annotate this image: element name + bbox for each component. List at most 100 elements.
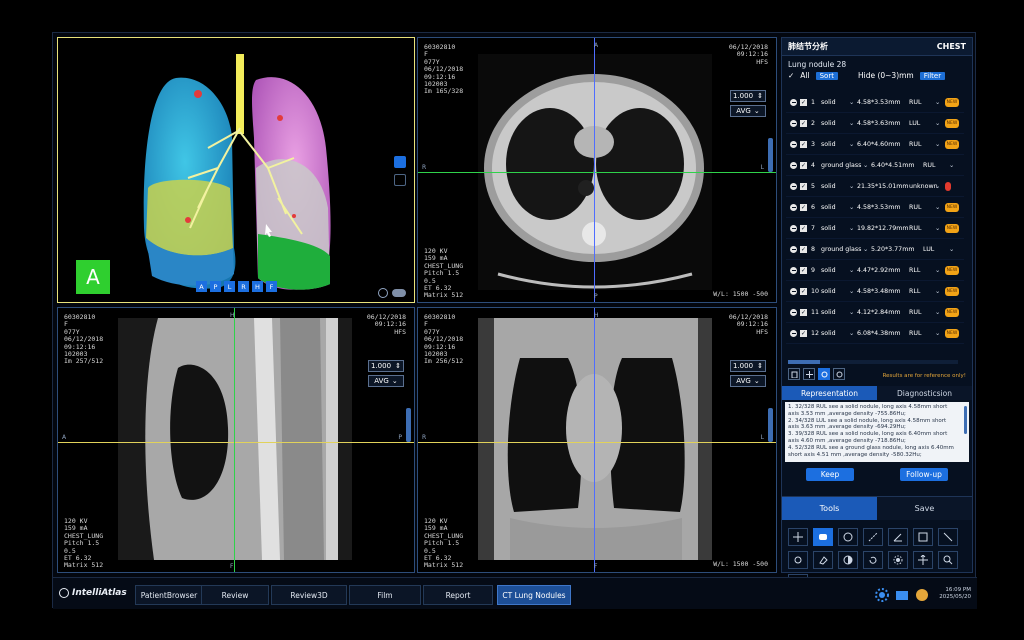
type-dropdown-icon[interactable]: ⌄ — [849, 330, 857, 337]
location-dropdown-icon[interactable]: ⌄ — [935, 204, 943, 211]
type-dropdown-icon[interactable]: ⌄ — [849, 309, 857, 316]
viewport-sagittal[interactable]: 60302810 F 077Y 06/12/2018 09:12:16 102003 Im … — [57, 307, 415, 573]
filter-button[interactable]: Filter — [919, 71, 946, 80]
nodule-row[interactable]: ✓ 1 solid ⌄ 4.58*3.53mm RUL ⌄ NEW — [786, 92, 964, 113]
nodule-row[interactable]: ✓ 11 solid ⌄ 4.12*2.84mm RUL ⌄ NEW — [786, 302, 964, 323]
horizontal-scrollbar[interactable] — [788, 360, 958, 364]
type-dropdown-icon[interactable]: ⌄ — [849, 120, 857, 127]
collapse-icon[interactable] — [790, 245, 797, 253]
tab-diagnosticsion[interactable]: Diagnosticsion — [877, 386, 972, 400]
eraser-tool-icon[interactable] — [813, 551, 833, 569]
nodule-row[interactable]: ✓ 8 ground glass ⌄ 5.20*3.77mm LUL ⌄ — [786, 239, 964, 260]
zoom-tool-icon[interactable] — [938, 551, 958, 569]
row-checkbox[interactable]: ✓ — [800, 161, 807, 169]
viewport-coronal[interactable]: 60302810 F 077Y 06/12/2018 09:12:16 102003 Im … — [417, 307, 777, 573]
render-mode-select[interactable]: AVG ⌄ — [730, 105, 766, 117]
type-dropdown-icon[interactable]: ⌄ — [849, 267, 857, 274]
locate-icon[interactable] — [818, 368, 830, 380]
location-dropdown-icon[interactable]: ⌄ — [935, 183, 943, 190]
axial-scrollbar[interactable] — [768, 138, 773, 172]
row-checkbox[interactable]: ✓ — [800, 98, 807, 106]
row-checkbox[interactable]: ✓ — [800, 266, 807, 274]
row-checkbox[interactable]: ✓ — [800, 182, 807, 190]
row-checkbox[interactable]: ✓ — [800, 245, 807, 253]
report-scrollbar[interactable] — [964, 406, 967, 434]
nodule-row[interactable]: ✓ 5 solid ⌄ 21.35*15.01mm unknown ⌄ — [786, 176, 964, 197]
nodule-row[interactable]: ✓ 10 solid ⌄ 4.58*3.48mm RLL ⌄ NEW — [786, 281, 964, 302]
lung-view-icon[interactable] — [394, 156, 406, 168]
row-checkbox[interactable]: ✓ — [800, 203, 807, 211]
nodule-row[interactable]: ✓ 12 solid ⌄ 6.08*4.38mm RUL ⌄ NEW — [786, 323, 964, 344]
tab-tools[interactable]: Tools — [782, 497, 877, 520]
annotation-tool-icon[interactable] — [813, 528, 833, 546]
render-mode-select[interactable]: AVG ⌄ — [368, 375, 404, 387]
taskbar-tab-review[interactable]: Review — [201, 585, 269, 605]
nodule-row[interactable]: ✓ 2 solid ⌄ 4.58*3.63mm LUL ⌄ NEW — [786, 113, 964, 134]
sort-button[interactable]: Sort — [815, 71, 838, 80]
crosshair-tool-icon[interactable] — [788, 528, 808, 546]
orient-button-h[interactable]: H — [252, 281, 263, 292]
circle-roi-icon[interactable] — [838, 528, 858, 546]
type-dropdown-icon[interactable]: ⌄ — [849, 288, 857, 295]
collapse-icon[interactable] — [790, 266, 797, 274]
row-checkbox[interactable]: ✓ — [800, 224, 807, 232]
zoom-stepper[interactable]: 1.000 ⇕ — [368, 360, 404, 372]
nodule-row[interactable]: ✓ 9 solid ⌄ 4.47*2.92mm RLL ⌄ NEW — [786, 260, 964, 281]
location-dropdown-icon[interactable]: ⌄ — [935, 141, 943, 148]
sagittal-scrollbar[interactable] — [406, 408, 411, 442]
location-dropdown-icon[interactable]: ⌄ — [935, 120, 943, 127]
collapse-icon[interactable] — [790, 182, 797, 190]
collapse-icon[interactable] — [790, 287, 797, 295]
angle-tool-icon[interactable] — [888, 528, 908, 546]
taskbar-tab-patientbrowser[interactable]: PatientBrowser — [135, 585, 203, 605]
collapse-icon[interactable] — [790, 308, 797, 316]
zoom-stepper[interactable]: 1.000 ⇕ — [730, 90, 766, 102]
add-icon[interactable] — [803, 368, 815, 380]
row-checkbox[interactable]: ✓ — [800, 308, 807, 316]
type-dropdown-icon[interactable]: ⌄ — [863, 246, 871, 253]
nodule-row[interactable]: ✓ 3 solid ⌄ 6.40*4.60mm RUL ⌄ NEW — [786, 134, 964, 155]
line-measure-icon[interactable] — [863, 528, 883, 546]
taskbar-tab-report[interactable]: Report — [423, 585, 493, 605]
airway-view-icon[interactable] — [394, 174, 406, 186]
row-checkbox[interactable]: ✓ — [800, 329, 807, 337]
report-text-area[interactable]: 1. 32/328 RUL see a solid nodule, long a… — [785, 402, 969, 462]
zoom-stepper[interactable]: 1.000 ⇕ — [730, 360, 766, 372]
collapse-icon[interactable] — [790, 140, 797, 148]
location-dropdown-icon[interactable]: ⌄ — [935, 99, 943, 106]
type-dropdown-icon[interactable]: ⌄ — [849, 225, 857, 232]
row-checkbox[interactable]: ✓ — [800, 119, 807, 127]
orient-button-p[interactable]: P — [210, 281, 221, 292]
nodule-row[interactable]: ✓ 7 solid ⌄ 19.82*12.79mm RUL ⌄ NEW — [786, 218, 964, 239]
text-tool-icon[interactable] — [913, 528, 933, 546]
keep-button[interactable]: Keep — [806, 468, 854, 481]
orient-button-l[interactable]: L — [224, 281, 235, 292]
nodule-row[interactable]: ✓ 6 solid ⌄ 4.58*3.53mm RUL ⌄ NEW — [786, 197, 964, 218]
select-all-check-icon[interactable]: ✓ — [788, 71, 794, 80]
collapse-icon[interactable] — [790, 161, 797, 169]
row-checkbox[interactable]: ✓ — [800, 140, 807, 148]
location-dropdown-icon[interactable]: ⌄ — [935, 267, 943, 274]
user-avatar-icon[interactable] — [915, 587, 929, 606]
rotate-tool-icon[interactable] — [788, 551, 808, 569]
collapse-icon[interactable] — [790, 203, 797, 211]
tab-save[interactable]: Save — [877, 497, 972, 520]
taskbar-tab-ct-lung-nodules[interactable]: CT Lung Nodules — [497, 585, 571, 605]
location-dropdown-icon[interactable]: ⌄ — [949, 246, 957, 253]
settings-gear-icon[interactable] — [875, 587, 889, 606]
render-mode-select[interactable]: AVG ⌄ — [730, 375, 766, 387]
collapse-icon[interactable] — [790, 98, 797, 106]
location-dropdown-icon[interactable]: ⌄ — [935, 309, 943, 316]
collapse-icon[interactable] — [790, 329, 797, 337]
taskbar-tab-film[interactable]: Film — [349, 585, 421, 605]
location-dropdown-icon[interactable]: ⌄ — [949, 162, 957, 169]
location-dropdown-icon[interactable]: ⌄ — [935, 330, 943, 337]
row-checkbox[interactable]: ✓ — [800, 287, 807, 295]
tab-representation[interactable]: Representation — [782, 386, 877, 400]
toggle-switch[interactable] — [392, 289, 406, 297]
orient-button-f[interactable]: F — [266, 281, 277, 292]
type-dropdown-icon[interactable]: ⌄ — [849, 204, 857, 211]
nodule-row[interactable]: ✓ 4 ground glass ⌄ 6.40*4.51mm RUL ⌄ — [786, 155, 964, 176]
type-dropdown-icon[interactable]: ⌄ — [863, 162, 871, 169]
reset-tool-icon[interactable] — [863, 551, 883, 569]
